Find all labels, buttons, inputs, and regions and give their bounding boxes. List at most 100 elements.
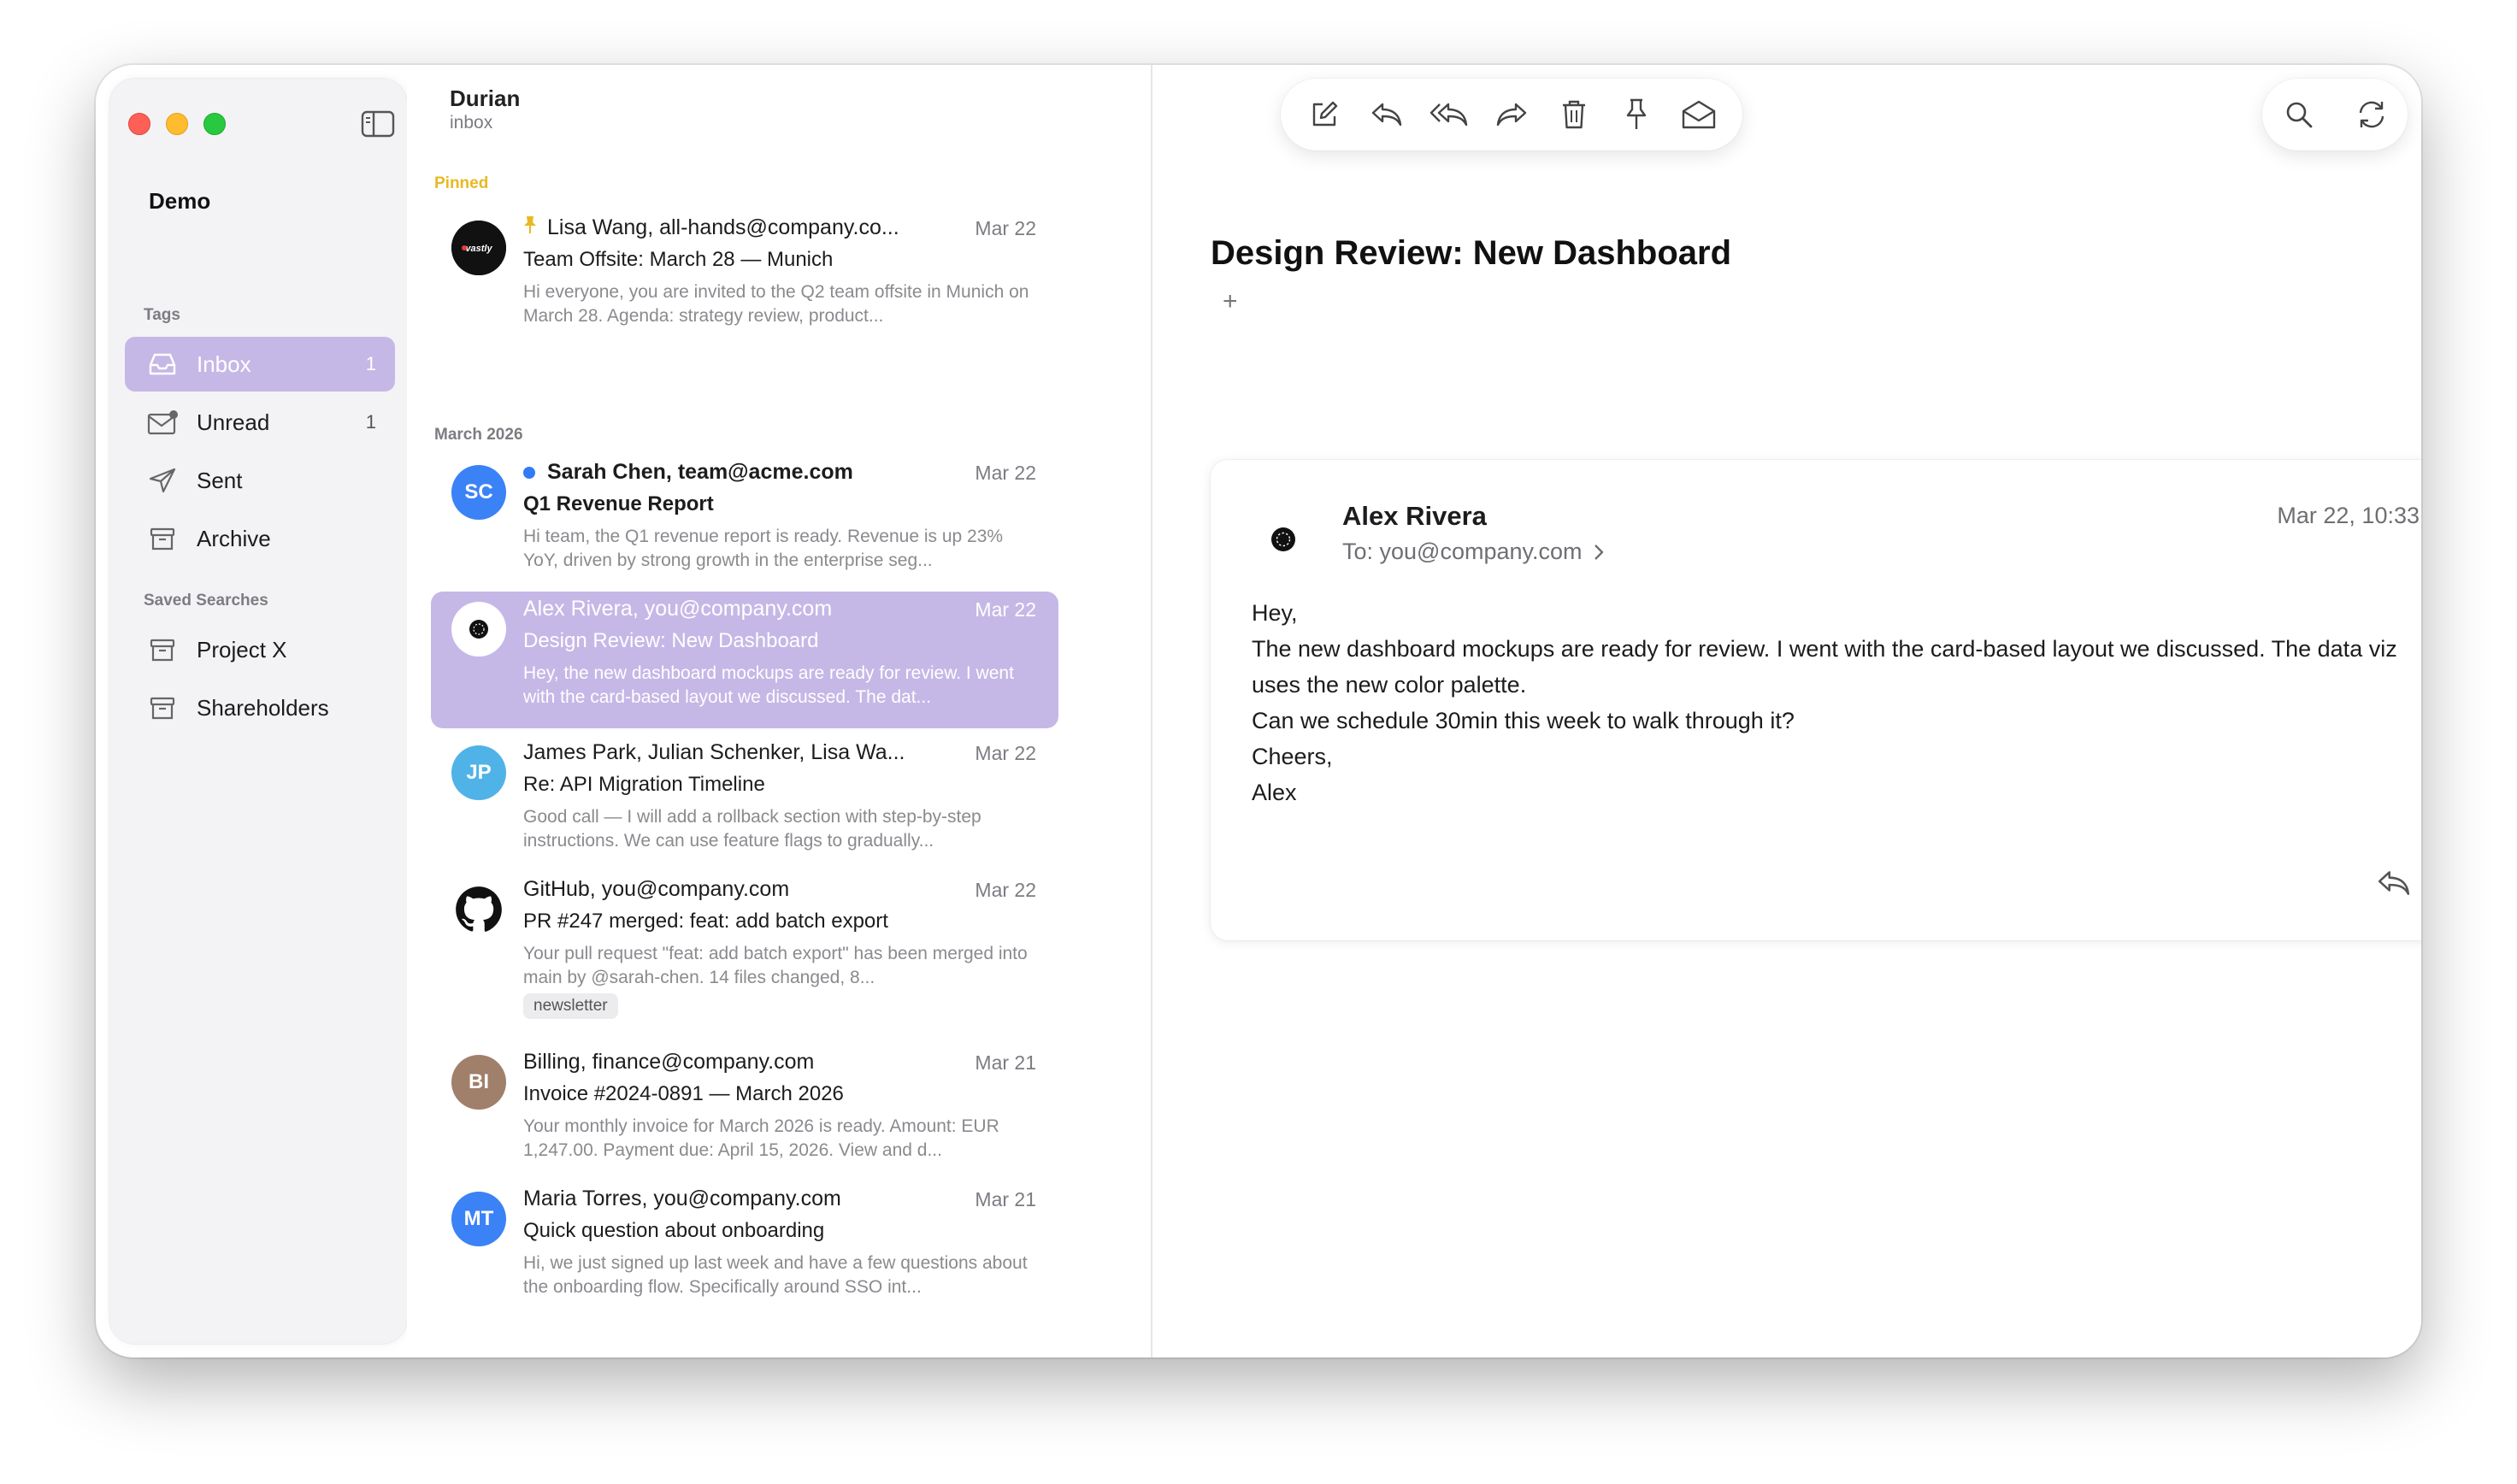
message-preview: Hey, the new dashboard mockups are ready… bbox=[523, 663, 1014, 707]
message-date: Mar 22 bbox=[975, 462, 1036, 484]
reply-icon[interactable] bbox=[1363, 91, 1411, 138]
message-date: Mar 22 bbox=[975, 598, 1036, 621]
recipient-label: To: you@company.com bbox=[1342, 539, 1583, 564]
tags-header: Tags bbox=[144, 306, 180, 324]
search-icon[interactable] bbox=[2275, 91, 2323, 138]
email-card: Alex Rivera To: you@company.com Mar 22, … bbox=[1211, 460, 2421, 940]
forward-icon[interactable] bbox=[1488, 91, 1536, 138]
refresh-icon[interactable] bbox=[2348, 91, 2396, 138]
reply-icon[interactable] bbox=[2377, 869, 2411, 903]
message-subject: PR #247 merged: feat: add batch export bbox=[523, 910, 888, 933]
message-list: Durian inbox Pinned vastly Lisa Wang, al… bbox=[407, 65, 1152, 1357]
avatar: MT bbox=[451, 1192, 506, 1246]
message-preview: Hi team, the Q1 revenue report is ready.… bbox=[523, 527, 1004, 570]
message-date: Mar 22 bbox=[975, 217, 1036, 239]
avatar: BI bbox=[451, 1055, 506, 1110]
list-item[interactable]: GitHub, you@company.com Mar 22 PR #247 m… bbox=[431, 872, 1058, 1039]
list-item[interactable]: SC Sarah Chen, team@acme.com Mar 22 Q1 R… bbox=[431, 455, 1058, 585]
unread-dot-icon bbox=[523, 466, 535, 479]
avatar: SC bbox=[451, 465, 506, 520]
month-header: March 2026 bbox=[434, 426, 523, 444]
sidebar-item-label: Archive bbox=[197, 525, 271, 551]
message-sender: Sarah Chen, team@acme.com bbox=[547, 460, 853, 484]
search-refresh-group bbox=[2262, 79, 2408, 150]
message-preview: Hi everyone, you are invited to the Q2 t… bbox=[523, 282, 1029, 326]
inbox-icon bbox=[145, 347, 180, 381]
sidebar-item-inbox[interactable]: Inbox 1 bbox=[125, 337, 395, 392]
tag-badge[interactable]: newsletter bbox=[523, 993, 618, 1019]
sidebar-toggle-icon[interactable] bbox=[361, 109, 395, 138]
compose-icon[interactable] bbox=[1300, 91, 1348, 138]
chevron-right-icon bbox=[1593, 543, 1605, 562]
sidebar-item-label: Sent bbox=[197, 467, 243, 493]
message-sender: Maria Torres, you@company.com bbox=[523, 1187, 841, 1210]
account-name: Demo bbox=[149, 188, 211, 214]
message-subject: Invoice #2024-0891 — March 2026 bbox=[523, 1082, 844, 1105]
body-line: Hey, bbox=[1252, 600, 1298, 626]
mark-unread-icon[interactable] bbox=[1675, 91, 1723, 138]
mailbox-title: Durian bbox=[450, 85, 521, 111]
sidebar-item-shareholders[interactable]: Shareholders bbox=[125, 680, 395, 735]
email-body: Hey, The new dashboard mockups are ready… bbox=[1252, 595, 2421, 810]
reading-pane: Design Review: New Dashboard + Alex Rive… bbox=[1154, 65, 2421, 1357]
message-sender: James Park, Julian Schenker, Lisa Wa... bbox=[523, 740, 905, 764]
trash-icon[interactable] bbox=[1550, 91, 1598, 138]
paper-plane-icon bbox=[145, 463, 180, 498]
sender-name: Alex Rivera bbox=[1342, 501, 1487, 531]
avatar: vastly bbox=[451, 221, 506, 275]
archive-box-icon bbox=[145, 521, 180, 556]
saved-searches-header: Saved Searches bbox=[144, 592, 268, 610]
archive-box-icon bbox=[145, 691, 180, 725]
email-date: Mar 22, 10:33 bbox=[2277, 503, 2420, 528]
message-subject: Quick question about onboarding bbox=[523, 1219, 825, 1242]
message-toolbar bbox=[1281, 79, 1742, 150]
sidebar-item-archive[interactable]: Archive bbox=[125, 511, 395, 566]
unread-count: 1 bbox=[365, 353, 376, 374]
message-subject: Q1 Revenue Report bbox=[523, 492, 714, 515]
body-line: Alex bbox=[1252, 780, 1297, 805]
message-date: Mar 21 bbox=[975, 1051, 1036, 1074]
pin-icon bbox=[523, 215, 537, 240]
message-preview: Your pull request "feat: add batch expor… bbox=[523, 944, 1028, 987]
sidebar-item-sent[interactable]: Sent bbox=[125, 453, 395, 508]
message-date: Mar 22 bbox=[975, 879, 1036, 901]
email-subject-title: Design Review: New Dashboard bbox=[1211, 234, 1732, 272]
message-subject: Design Review: New Dashboard bbox=[523, 629, 819, 652]
add-tag-button[interactable]: + bbox=[1223, 287, 1238, 316]
list-item[interactable]: vastly Lisa Wang, all-hands@company.co..… bbox=[431, 210, 1058, 393]
message-date: Mar 22 bbox=[975, 742, 1036, 764]
list-item[interactable]: BI Billing, finance@company.com Mar 21 I… bbox=[431, 1045, 1058, 1175]
app-window: Demo Tags Inbox 1 Unread 1 Sent Archive … bbox=[96, 65, 2421, 1357]
message-preview: Hi, we just signed up last week and have… bbox=[523, 1253, 1028, 1297]
mailbox-subtitle: inbox bbox=[450, 113, 493, 132]
message-subject: Re: API Migration Timeline bbox=[523, 773, 765, 796]
list-item[interactable]: Alex Rivera, you@company.com Mar 22 Desi… bbox=[431, 592, 1058, 728]
list-item[interactable]: MT Maria Torres, you@company.com Mar 21 … bbox=[431, 1181, 1058, 1311]
message-sender: Billing, finance@company.com bbox=[523, 1050, 815, 1074]
sidebar: Demo Tags Inbox 1 Unread 1 Sent Archive … bbox=[109, 79, 407, 1344]
list-item[interactable]: JP James Park, Julian Schenker, Lisa Wa.… bbox=[431, 735, 1058, 865]
recipients-toggle[interactable]: To: you@company.com bbox=[1342, 539, 1605, 565]
sidebar-item-label: Unread bbox=[197, 409, 270, 435]
sidebar-item-label: Inbox bbox=[197, 350, 251, 377]
archive-box-icon bbox=[145, 633, 180, 667]
reply-all-icon[interactable] bbox=[1425, 91, 1473, 138]
message-preview: Your monthly invoice for March 2026 is r… bbox=[523, 1116, 999, 1160]
pin-icon[interactable] bbox=[1612, 91, 1660, 138]
pinned-header: Pinned bbox=[434, 174, 489, 192]
window-zoom-button[interactable] bbox=[203, 113, 226, 135]
unread-mail-icon bbox=[145, 405, 180, 439]
window-minimize-button[interactable] bbox=[166, 113, 188, 135]
unread-count: 1 bbox=[365, 411, 376, 433]
window-close-button[interactable] bbox=[128, 113, 150, 135]
sidebar-item-project-x[interactable]: Project X bbox=[125, 622, 395, 677]
message-subject: Team Offsite: March 28 — Munich bbox=[523, 248, 834, 271]
body-line: The new dashboard mockups are ready for … bbox=[1252, 636, 2397, 698]
svg-text:vastly: vastly bbox=[465, 244, 492, 254]
sidebar-item-label: Project X bbox=[197, 636, 287, 662]
sidebar-item-label: Shareholders bbox=[197, 694, 329, 721]
avatar: JP bbox=[451, 745, 506, 800]
sidebar-item-unread[interactable]: Unread 1 bbox=[125, 395, 395, 450]
message-sender: GitHub, you@company.com bbox=[523, 877, 790, 901]
github-icon bbox=[456, 886, 502, 932]
